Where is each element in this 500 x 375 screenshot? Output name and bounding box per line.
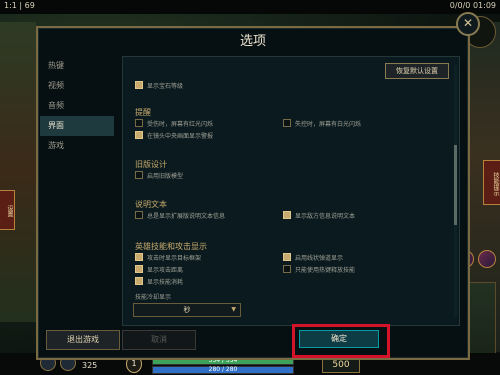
sidebar-item-interface[interactable]: 界面 xyxy=(40,116,114,136)
checkbox[interactable] xyxy=(283,119,291,127)
option-row[interactable]: 攻击时显示目标框架 xyxy=(135,253,201,263)
checkbox[interactable] xyxy=(135,81,143,89)
option-row[interactable]: 显示宝石等级 xyxy=(135,81,183,91)
exit-game-button[interactable]: 退出游戏 xyxy=(46,330,120,350)
portrait-icon[interactable] xyxy=(478,250,496,268)
checkbox[interactable] xyxy=(135,277,143,285)
cancel-button[interactable]: 取消 xyxy=(122,330,196,350)
option-label: 只能使用热键释放技能 xyxy=(295,267,356,274)
scroll-thumb[interactable] xyxy=(454,145,457,225)
section-title: 旧版设计 xyxy=(135,160,167,169)
sidebar-item-audio[interactable]: 音频 xyxy=(40,96,114,116)
section-title: 提醒 xyxy=(135,108,151,117)
option-label: 攻击时显示目标框架 xyxy=(147,255,202,262)
option-label: 启用线状弹道显示 xyxy=(295,255,344,262)
cooldown-label: 技能冷却显示 xyxy=(135,294,172,301)
sidebar-item-hotkeys[interactable]: 热键 xyxy=(40,56,114,76)
cooldown-dropdown[interactable]: 秒 ▼ xyxy=(133,303,241,317)
option-label: 启用旧版模型 xyxy=(147,173,184,180)
map-edge-left xyxy=(0,22,36,322)
option-row[interactable]: 启用旧版模型 xyxy=(135,171,183,181)
confirm-button[interactable]: 确定 xyxy=(299,330,379,348)
checkbox[interactable] xyxy=(135,119,143,127)
scrollbar[interactable] xyxy=(454,65,457,317)
option-label: 显示技能消耗 xyxy=(147,279,184,286)
checkbox[interactable] xyxy=(135,253,143,261)
checkbox[interactable] xyxy=(135,171,143,179)
sidebar-item-video[interactable]: 视频 xyxy=(40,76,114,96)
dropdown-value: 秒 xyxy=(183,306,191,314)
section-title: 说明文本 xyxy=(135,200,167,209)
option-row[interactable]: 只能使用热键释放技能 xyxy=(283,265,355,275)
left-side-tab[interactable]: 设置 xyxy=(0,190,15,230)
checkbox[interactable] xyxy=(283,253,291,261)
checkbox[interactable] xyxy=(135,131,143,139)
option-label: 显示攻击距离 xyxy=(147,267,184,274)
option-row[interactable]: 受伤时，屏幕有红光闪烁 xyxy=(135,119,213,129)
options-dialog: 选项 ✕ 热键 视频 音频 界面 游戏 恢复默认设置 显示宝石等级 提醒 受伤时… xyxy=(36,12,480,360)
options-content: 恢复默认设置 显示宝石等级 提醒 受伤时，屏幕有红光闪烁 失控时，屏幕有白光闪烁… xyxy=(122,56,460,326)
options-sidebar: 热键 视频 音频 界面 游戏 xyxy=(40,56,114,326)
option-label: 总是显示扩展版说明文本信息 xyxy=(147,213,226,220)
top-hud: 1:1 | 69 0/0/0 01:09 xyxy=(0,0,500,14)
score-readout: 1:1 | 69 xyxy=(4,1,35,10)
mana-bar: 280 / 280 xyxy=(152,366,294,374)
option-label: 显示敌方信息说明文本 xyxy=(295,213,356,220)
option-row[interactable]: 显示敌方信息说明文本 xyxy=(283,211,355,221)
checkbox[interactable] xyxy=(135,211,143,219)
option-row[interactable]: 启用线状弹道显示 xyxy=(283,253,343,263)
checkbox[interactable] xyxy=(283,265,291,273)
option-label: 显示宝石等级 xyxy=(147,83,184,90)
reset-defaults-button[interactable]: 恢复默认设置 xyxy=(385,63,449,79)
option-label: 受伤时，屏幕有红光闪烁 xyxy=(147,121,214,128)
sidebar-item-game[interactable]: 游戏 xyxy=(40,136,114,156)
checkbox[interactable] xyxy=(135,265,143,273)
kda-timer: 0/0/0 01:09 xyxy=(449,1,496,10)
chevron-down-icon: ▼ xyxy=(231,306,236,313)
confirm-highlight: 确定 xyxy=(292,324,390,358)
option-row[interactable]: 在镜头中央画面显示警报 xyxy=(135,131,213,141)
dialog-title: 选项 xyxy=(239,34,266,49)
section-title: 英雄技能和攻击显示 xyxy=(135,242,207,251)
close-icon[interactable]: ✕ xyxy=(456,12,480,36)
mana-text: 280 / 280 xyxy=(208,366,238,373)
option-label: 失控时，屏幕有白光闪烁 xyxy=(295,121,362,128)
checkbox[interactable] xyxy=(283,211,291,219)
stat-value: 325 xyxy=(82,361,98,370)
option-row[interactable]: 失控时，屏幕有白光闪烁 xyxy=(283,119,361,129)
option-row[interactable]: 显示攻击距离 xyxy=(135,265,183,275)
option-label: 在镜头中央画面显示警报 xyxy=(147,133,214,140)
option-row[interactable]: 显示技能消耗 xyxy=(135,277,183,287)
option-row[interactable]: 总是显示扩展版说明文本信息 xyxy=(135,211,225,221)
right-side-tab[interactable]: 技能提示 xyxy=(483,160,500,205)
